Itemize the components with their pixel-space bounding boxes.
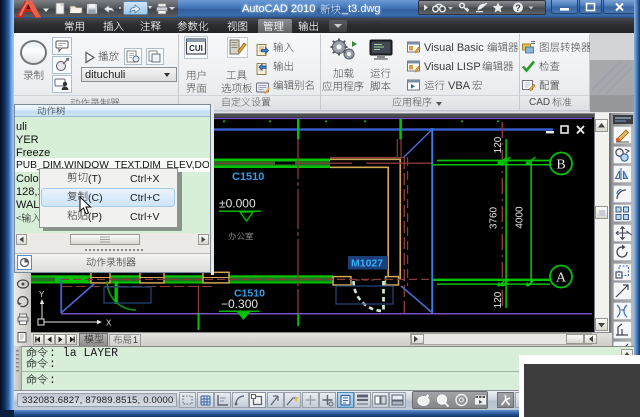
svg-text:3760: 3760 (489, 206, 500, 229)
svg-text:±0.000: ±0.000 (219, 197, 256, 211)
svg-text:X: X (106, 319, 112, 328)
svg-text:C1510: C1510 (232, 171, 264, 183)
svg-text:M1027: M1027 (351, 258, 383, 270)
svg-text:4000: 4000 (515, 206, 526, 229)
svg-text:120: 120 (493, 136, 504, 153)
svg-text:−0.300: −0.300 (221, 297, 258, 311)
svg-text:?: ? (515, 3, 521, 13)
svg-text:CUI: CUI (189, 44, 203, 53)
svg-text:B: B (556, 158, 565, 173)
svg-text:Y: Y (39, 290, 45, 299)
svg-text:A: A (556, 271, 567, 286)
svg-text:120: 120 (493, 291, 504, 308)
